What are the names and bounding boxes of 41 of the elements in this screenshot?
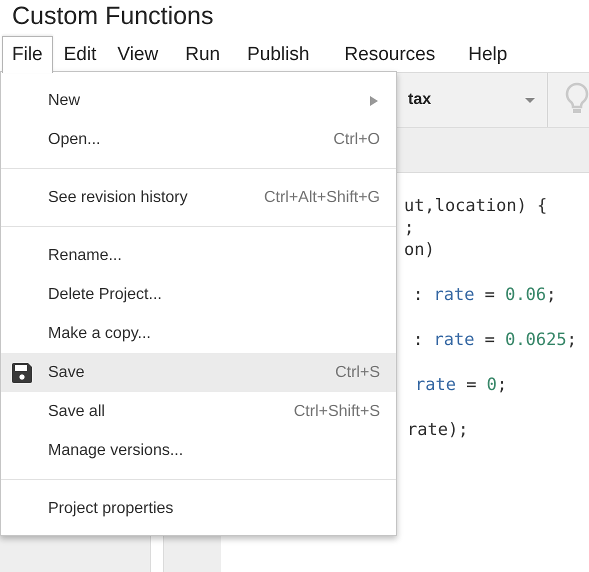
menu-label: See revision history <box>48 188 188 206</box>
menu-option[interactable]: See revision history Ctrl+Alt+Shift+G <box>1 178 396 217</box>
menu-label: Project properties <box>48 500 174 516</box>
menu-label: Delete Project... <box>48 286 162 302</box>
menu-item[interactable]: File <box>2 36 53 73</box>
code-line: ; <box>404 217 414 239</box>
code-line: rate); <box>407 419 468 441</box>
menu-label: Make a copy... <box>48 324 151 342</box>
menu-item[interactable]: Run <box>175 36 230 72</box>
shortcut-text: Ctrl+Alt+Shift+G <box>264 188 380 206</box>
menu-option[interactable]: Save all Ctrl+Shift+S <box>1 392 396 431</box>
function-select[interactable]: tax <box>398 73 548 127</box>
menu-item[interactable]: Edit <box>54 36 106 72</box>
menu-label: Open... <box>48 130 100 148</box>
caret-icon <box>525 98 535 102</box>
menu-option[interactable]: Rename... <box>1 236 396 275</box>
code-line: ut,location) { <box>404 195 548 217</box>
app-title: Custom Functions <box>12 1 214 31</box>
code-line: : rate = 0.06; <box>413 284 556 306</box>
shortcut-text: Ctrl+O <box>333 130 380 148</box>
menu-item[interactable]: View <box>107 36 168 72</box>
shortcut-text: Ctrl+Shift+S <box>294 402 380 420</box>
shortcut-text: Ctrl+S <box>335 364 380 382</box>
menu-option[interactable]: New <box>1 81 396 120</box>
code-line: on) <box>404 239 435 261</box>
menu-item[interactable]: Help <box>458 36 518 72</box>
menu-label: Save <box>48 364 84 380</box>
menu-option[interactable]: Delete Project... <box>1 275 396 314</box>
menu-option[interactable]: Save Ctrl+S <box>1 353 396 392</box>
menu-label: Manage versions... <box>48 442 184 458</box>
code-line: : rate = 0.0625; <box>413 329 577 351</box>
menu-item[interactable]: Resources <box>334 36 446 72</box>
menu-label: Save all <box>48 402 105 420</box>
menu-option[interactable]: Open... Ctrl+O <box>1 120 396 159</box>
code-line: rate = 0; <box>415 374 508 396</box>
menu-option[interactable]: Project properties <box>1 489 396 528</box>
menu-option[interactable]: Manage versions... <box>1 431 396 470</box>
menu-item[interactable]: Publish <box>237 36 320 72</box>
menu-option[interactable]: Make a copy... <box>1 314 396 353</box>
menu-label: New <box>48 92 80 108</box>
menu-label: Rename... <box>48 246 122 264</box>
